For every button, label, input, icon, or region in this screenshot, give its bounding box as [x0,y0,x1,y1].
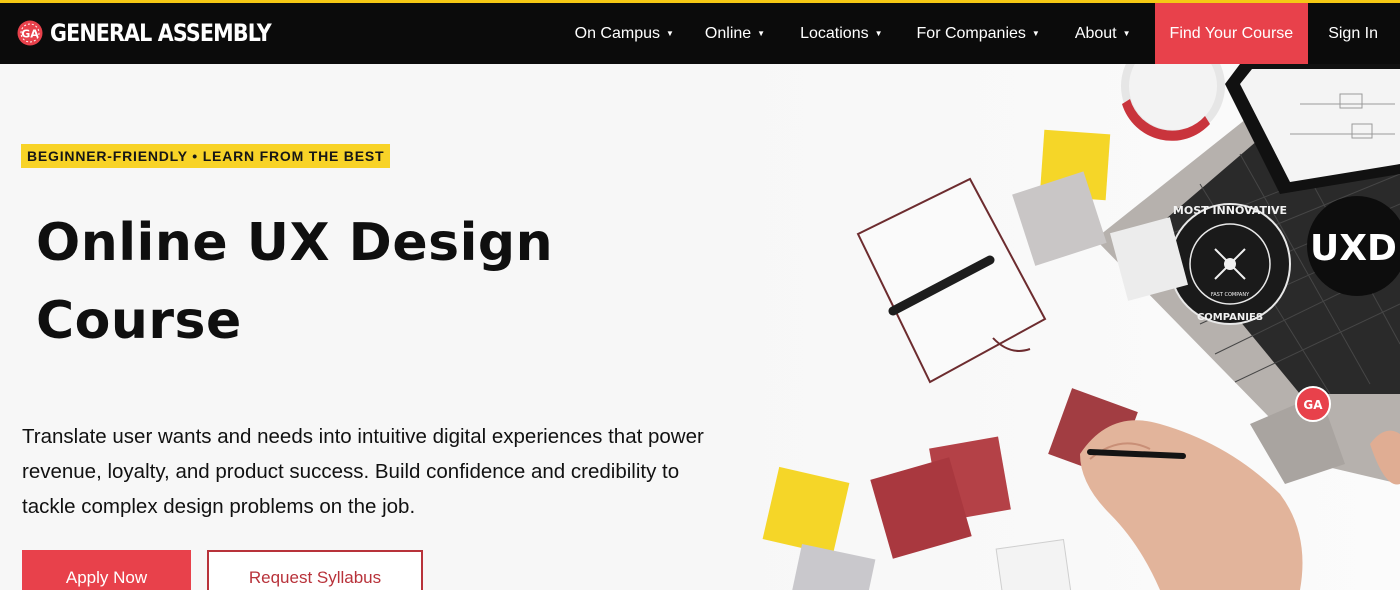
ga-sticker-text: GA [1303,398,1323,412]
request-syllabus-button[interactable]: Request Syllabus [207,550,423,590]
find-your-course-button[interactable]: Find Your Course [1154,3,1309,64]
ga-badge-text: GA [21,28,39,41]
page-title: Online UX Design Course [36,204,636,360]
uxd-text: UXD [1310,228,1397,269]
award-top-text: MOST INNOVATIVE [1173,204,1287,217]
sign-in-link[interactable]: Sign In [1308,3,1400,64]
ga-gear-icon: GA [17,20,43,46]
award-small-text: FAST COMPANY [1211,292,1250,298]
chevron-down-icon: ▼ [757,29,766,38]
hero-badge: BEGINNER-FRIENDLY • LEARN FROM THE BEST [21,144,391,168]
nav-item-locations[interactable]: Locations ▼ [800,3,882,64]
ga-sticker-image: GA [1295,386,1331,422]
award-sticker-image: MOST INNOVATIVE COMPANIES FAST COMPANY [1169,203,1291,325]
award-bottom-text: COMPANIES [1197,312,1263,323]
hero-section: MOST INNOVATIVE COMPANIES FAST COMPANY U… [0,64,1400,590]
nav-item-online[interactable]: Online ▼ [705,3,765,64]
brand-name: GENERAL ASSEMBLY [50,19,272,47]
brand-logo[interactable]: GA GENERAL ASSEMBLY [17,19,307,47]
chevron-down-icon: ▼ [1122,29,1131,38]
apply-now-button[interactable]: Apply Now [22,550,191,590]
nav-item-on-campus[interactable]: On Campus ▼ [575,3,674,64]
hero-description: Translate user wants and needs into intu… [22,425,704,518]
nav-item-about[interactable]: About ▼ [1075,3,1131,64]
paper-note [995,538,1073,590]
main-nav: On Campus ▼ Online ▼ Locations ▼ For Compan… [575,3,1400,64]
chevron-down-icon: ▼ [874,29,883,38]
page-title-line1: Online UX Design [36,213,554,273]
chevron-down-icon: ▼ [1031,29,1040,38]
nav-item-for-companies[interactable]: For Companies ▼ [917,3,1040,64]
chevron-down-icon: ▼ [666,29,674,38]
site-header: GA GENERAL ASSEMBLY On Campus ▼ Online ▼ L… [0,3,1400,64]
page-title-line2: Course [36,291,242,351]
